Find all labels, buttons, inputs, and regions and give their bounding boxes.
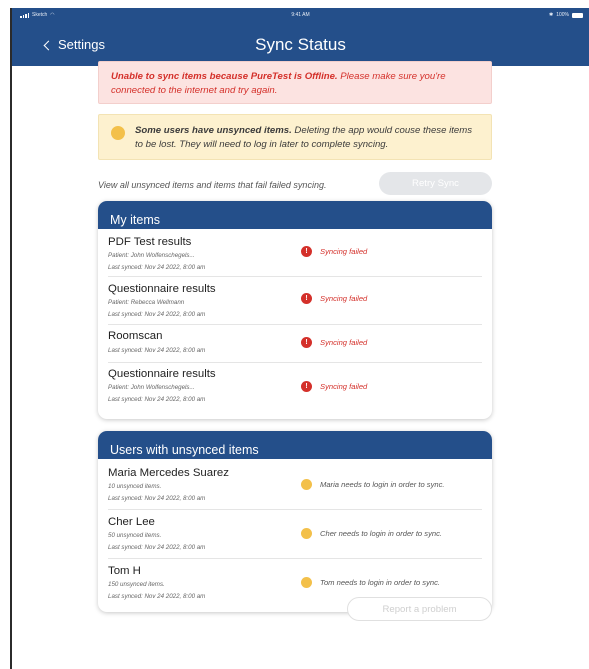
list-item[interactable]: Questionnaire results Patient: Rebecca W…	[108, 277, 482, 325]
alert-icon: !	[301, 337, 312, 348]
alert-icon: !	[301, 246, 312, 257]
user-name: Cher Lee	[108, 516, 155, 528]
user-sync-status-label: Maria needs to login in order to sync.	[320, 480, 445, 489]
item-title: PDF Test results	[108, 236, 192, 248]
user-sync-status: Maria needs to login in order to sync.	[301, 479, 445, 490]
sync-status-label: Syncing failed	[320, 338, 368, 347]
item-title: Roomscan	[108, 330, 163, 342]
item-last-synced: Last synced: Nov 24 2022, 8:00 am	[108, 347, 206, 354]
list-item[interactable]: Questionnaire results Patient: John Wolf…	[108, 363, 482, 411]
unsynced-users-card: Users with unsynced items Maria Mercedes…	[98, 431, 492, 612]
status-bar: Sketch ◠ 9:41 AM ✱ 100%	[12, 12, 589, 22]
user-name: Maria Mercedes Suarez	[108, 467, 229, 479]
warning-icon	[301, 528, 312, 539]
status-time: 9:41 AM	[291, 12, 310, 18]
retry-sync-button[interactable]: Retry Sync	[379, 172, 492, 195]
user-name: Tom H	[108, 565, 141, 577]
sync-status-label: Syncing failed	[320, 247, 368, 256]
sync-status-label: Syncing failed	[320, 382, 368, 391]
warning-icon	[301, 577, 312, 588]
user-sync-status-label: Tom needs to login in order to sync.	[320, 578, 441, 587]
error-banner-bold: Unable to sync items because PureTest is…	[111, 71, 338, 82]
battery-icon	[572, 12, 583, 18]
info-row: View all unsynced items and items that f…	[98, 172, 492, 196]
list-item[interactable]: PDF Test results Patient: John Wolfensch…	[108, 229, 482, 277]
item-title: Questionnaire results	[108, 368, 216, 380]
item-last-synced: Last synced: Nov 24 2022, 8:00 am	[108, 311, 206, 318]
warning-icon	[111, 126, 125, 140]
alert-icon: !	[301, 381, 312, 392]
warning-banner-bold: Some users have unsynced items.	[135, 125, 292, 136]
alert-icon: !	[301, 293, 312, 304]
warning-icon	[301, 479, 312, 490]
list-item[interactable]: Roomscan Last synced: Nov 24 2022, 8:00 …	[108, 325, 482, 363]
page-title: Sync Status	[255, 35, 346, 54]
info-text: View all unsynced items and items that f…	[98, 180, 327, 190]
offline-error-banner: Unable to sync items because PureTest is…	[98, 61, 492, 104]
sync-status: ! Syncing failed	[301, 337, 367, 348]
report-problem-button[interactable]: Report a problem	[347, 597, 492, 621]
sync-status: ! Syncing failed	[301, 246, 367, 257]
my-items-header: My items	[98, 201, 492, 229]
nav-header: Sketch ◠ 9:41 AM ✱ 100% Settings Sync St…	[12, 8, 589, 66]
list-item[interactable]: Maria Mercedes Suarez 10 unsynced items.…	[108, 459, 482, 510]
unsynced-users-header: Users with unsynced items	[98, 431, 492, 459]
user-last-synced: Last synced: Nov 24 2022, 8:00 am	[108, 495, 206, 502]
sync-status: ! Syncing failed	[301, 293, 367, 304]
item-patient: Patient: John Wolfenschegels...	[108, 384, 195, 391]
list-item[interactable]: Cher Lee 50 unsynced items. Last synced:…	[108, 510, 482, 559]
battery-label: 100%	[556, 12, 569, 18]
item-patient: Patient: John Wolfenschegels...	[108, 252, 195, 259]
my-items-card: My items PDF Test results Patient: John …	[98, 201, 492, 419]
sync-status: ! Syncing failed	[301, 381, 367, 392]
unsynced-warning-banner: Some users have unsynced items. Deleting…	[98, 114, 492, 160]
sync-status-label: Syncing failed	[320, 294, 368, 303]
user-sync-status: Cher needs to login in order to sync.	[301, 528, 442, 539]
user-last-synced: Last synced: Nov 24 2022, 8:00 am	[108, 544, 206, 551]
user-sync-status-label: Cher needs to login in order to sync.	[320, 529, 442, 538]
bluetooth-icon: ✱	[549, 12, 554, 18]
item-last-synced: Last synced: Nov 24 2022, 8:00 am	[108, 396, 206, 403]
user-sync-status: Tom needs to login in order to sync.	[301, 577, 440, 588]
item-last-synced: Last synced: Nov 24 2022, 8:00 am	[108, 264, 206, 271]
item-patient: Patient: Rebecca Wellmann	[108, 299, 185, 306]
item-title: Questionnaire results	[108, 283, 216, 295]
